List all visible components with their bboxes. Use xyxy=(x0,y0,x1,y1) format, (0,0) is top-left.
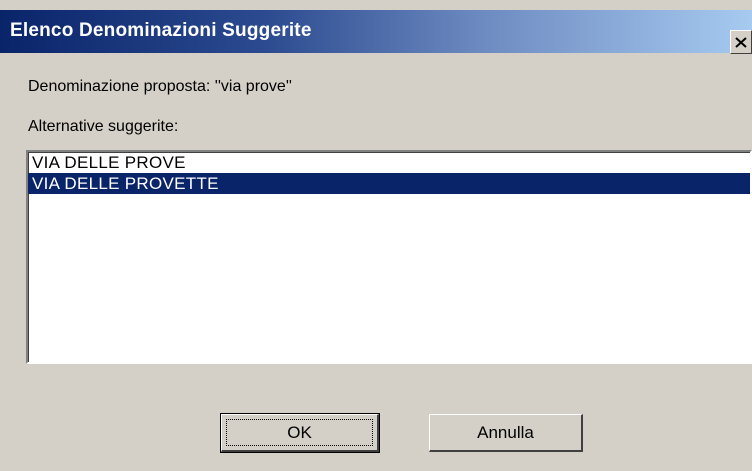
proposed-name-label: Denominazione proposta: ''via prove'' xyxy=(28,78,292,95)
alternatives-label: Alternative suggerite: xyxy=(28,118,179,135)
ok-button[interactable]: OK xyxy=(220,413,380,453)
cancel-button[interactable]: Annulla xyxy=(429,414,583,452)
dialog-window: Elenco Denominazioni Suggerite Denominaz… xyxy=(0,0,752,471)
close-icon xyxy=(735,36,747,48)
list-item[interactable]: VIA DELLE PROVE xyxy=(28,152,750,173)
list-item-selected[interactable]: VIA DELLE PROVETTE xyxy=(28,173,750,194)
alternatives-listbox[interactable]: VIA DELLE PROVE VIA DELLE PROVETTE xyxy=(26,150,752,364)
close-button[interactable] xyxy=(730,30,752,54)
window-title: Elenco Denominazioni Suggerite xyxy=(10,20,312,41)
title-bar[interactable]: Elenco Denominazioni Suggerite xyxy=(0,10,752,54)
